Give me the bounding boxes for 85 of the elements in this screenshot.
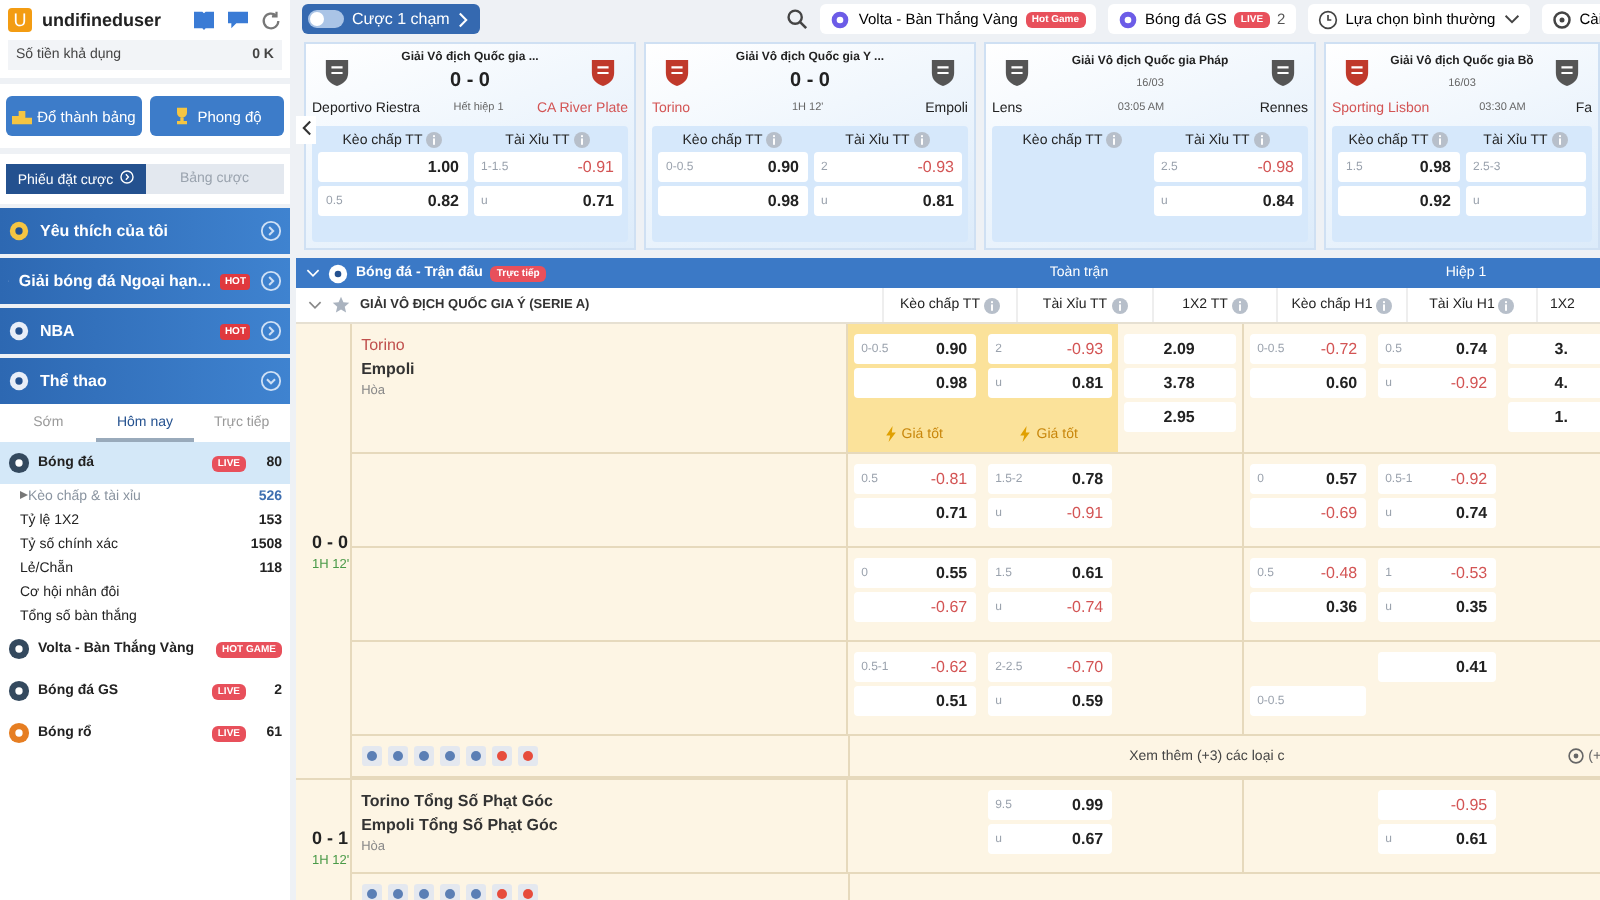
score: 0 - 0 xyxy=(447,69,492,92)
ball-icon xyxy=(8,638,30,660)
info-icon xyxy=(426,132,443,148)
ball-icon xyxy=(328,263,348,283)
settings-icon xyxy=(1551,9,1572,29)
team-name: Empoli xyxy=(361,360,417,378)
team-crest-icon xyxy=(1270,57,1296,87)
caret-icon xyxy=(20,489,28,499)
team-crest-icon xyxy=(664,57,690,87)
odds-button[interactable]: 0.71 xyxy=(853,498,976,528)
ball-icon xyxy=(1568,748,1585,764)
previous-button[interactable] xyxy=(296,116,316,144)
ball-icon xyxy=(8,452,30,474)
ball-icon xyxy=(8,680,30,702)
odds-button[interactable]: 0.60 xyxy=(1249,368,1366,398)
info-icon xyxy=(1432,132,1449,148)
info-icon xyxy=(1551,132,1568,148)
odds-button[interactable]: -0.69 xyxy=(1249,498,1366,528)
lightning-icon xyxy=(885,426,896,442)
odds-button[interactable]: 0.41 xyxy=(1377,652,1496,682)
search-icon[interactable] xyxy=(786,8,809,30)
user-avatar: U xyxy=(8,8,32,32)
refresh-icon[interactable] xyxy=(260,9,282,31)
odds-button[interactable]: 2.95 xyxy=(1123,402,1236,432)
chevron-right-icon xyxy=(457,11,468,27)
chevron-right-icon xyxy=(119,170,134,184)
odds-button[interactable]: -0.67 xyxy=(853,592,976,622)
menu-item[interactable]: Yêu thích của tôi xyxy=(0,208,290,254)
team-crest-icon xyxy=(1004,57,1030,87)
one-click-bet-button[interactable]: Cược 1 chạm xyxy=(302,4,480,34)
info-icon xyxy=(1111,297,1128,313)
odds-button[interactable]: 3.78 xyxy=(1123,368,1236,398)
score: 0 - 0 xyxy=(312,531,350,551)
info-icon xyxy=(1253,132,1270,148)
chevron-down-icon[interactable] xyxy=(308,300,322,310)
team-crest-icon xyxy=(1344,57,1370,87)
odds-button[interactable]: 0.92 xyxy=(1338,186,1459,216)
odds-button[interactable]: 1. xyxy=(1507,402,1600,432)
info-icon xyxy=(766,132,783,148)
odds-button[interactable]: 0.98 xyxy=(658,186,807,216)
odds-button[interactable]: 0.36 xyxy=(1249,592,1366,622)
clock-icon xyxy=(1317,9,1338,29)
ball-icon xyxy=(8,722,30,744)
team-name: Torino Tổng Số Phạt Góc xyxy=(361,792,555,810)
team-crest-icon xyxy=(590,57,616,87)
info-icon xyxy=(983,297,1000,313)
menu-label: NBA xyxy=(40,322,77,340)
odds-button[interactable]: 3. xyxy=(1507,334,1600,364)
lightning-icon xyxy=(1020,426,1031,442)
team-crest-icon xyxy=(930,57,956,87)
chevron-right-icon xyxy=(260,270,282,292)
podium-icon xyxy=(11,106,32,126)
score: 0 - 0 xyxy=(787,69,832,92)
chevron-down-icon xyxy=(260,370,282,392)
chevron-right-icon xyxy=(260,220,282,242)
info-icon xyxy=(913,132,930,148)
chat-icon[interactable] xyxy=(226,10,250,30)
odds-button[interactable]: 0.98 xyxy=(853,368,976,398)
book-icon[interactable] xyxy=(192,10,216,30)
menu-label: Thể thao xyxy=(40,372,109,390)
chevron-down-icon xyxy=(1503,14,1520,24)
team-name: Torino xyxy=(361,336,407,354)
menu-label: Yêu thích của tôi xyxy=(40,222,171,240)
odds-button[interactable]: 0.51 xyxy=(853,686,976,716)
info-icon xyxy=(1376,297,1393,313)
chevron-right-icon xyxy=(260,320,282,342)
info-icon xyxy=(1498,297,1515,313)
team-name: Empoli Tổng Số Phạt Góc xyxy=(361,816,560,834)
odds-button[interactable]: 2.09 xyxy=(1123,334,1236,364)
info-icon xyxy=(573,132,590,148)
ball-icon xyxy=(1117,9,1138,29)
odds-button[interactable]: 1.00 xyxy=(318,152,467,182)
info-icon xyxy=(1106,132,1123,148)
odds-button[interactable]: 4. xyxy=(1507,368,1600,398)
ball-icon xyxy=(830,9,851,29)
score: 0 - 1 xyxy=(312,828,350,848)
team-crest-icon xyxy=(324,57,350,87)
info-icon xyxy=(1231,297,1248,313)
menu-label: Giải bóng đá Ngoại hạn... xyxy=(18,272,211,290)
menu-item[interactable]: Thể thao xyxy=(0,358,290,404)
username: undifineduser xyxy=(42,10,164,30)
team-crest-icon xyxy=(1554,57,1580,87)
odds-button[interactable]: -0.95 xyxy=(1377,790,1496,820)
trophy-icon xyxy=(171,106,192,126)
chevron-left-icon xyxy=(301,120,311,136)
